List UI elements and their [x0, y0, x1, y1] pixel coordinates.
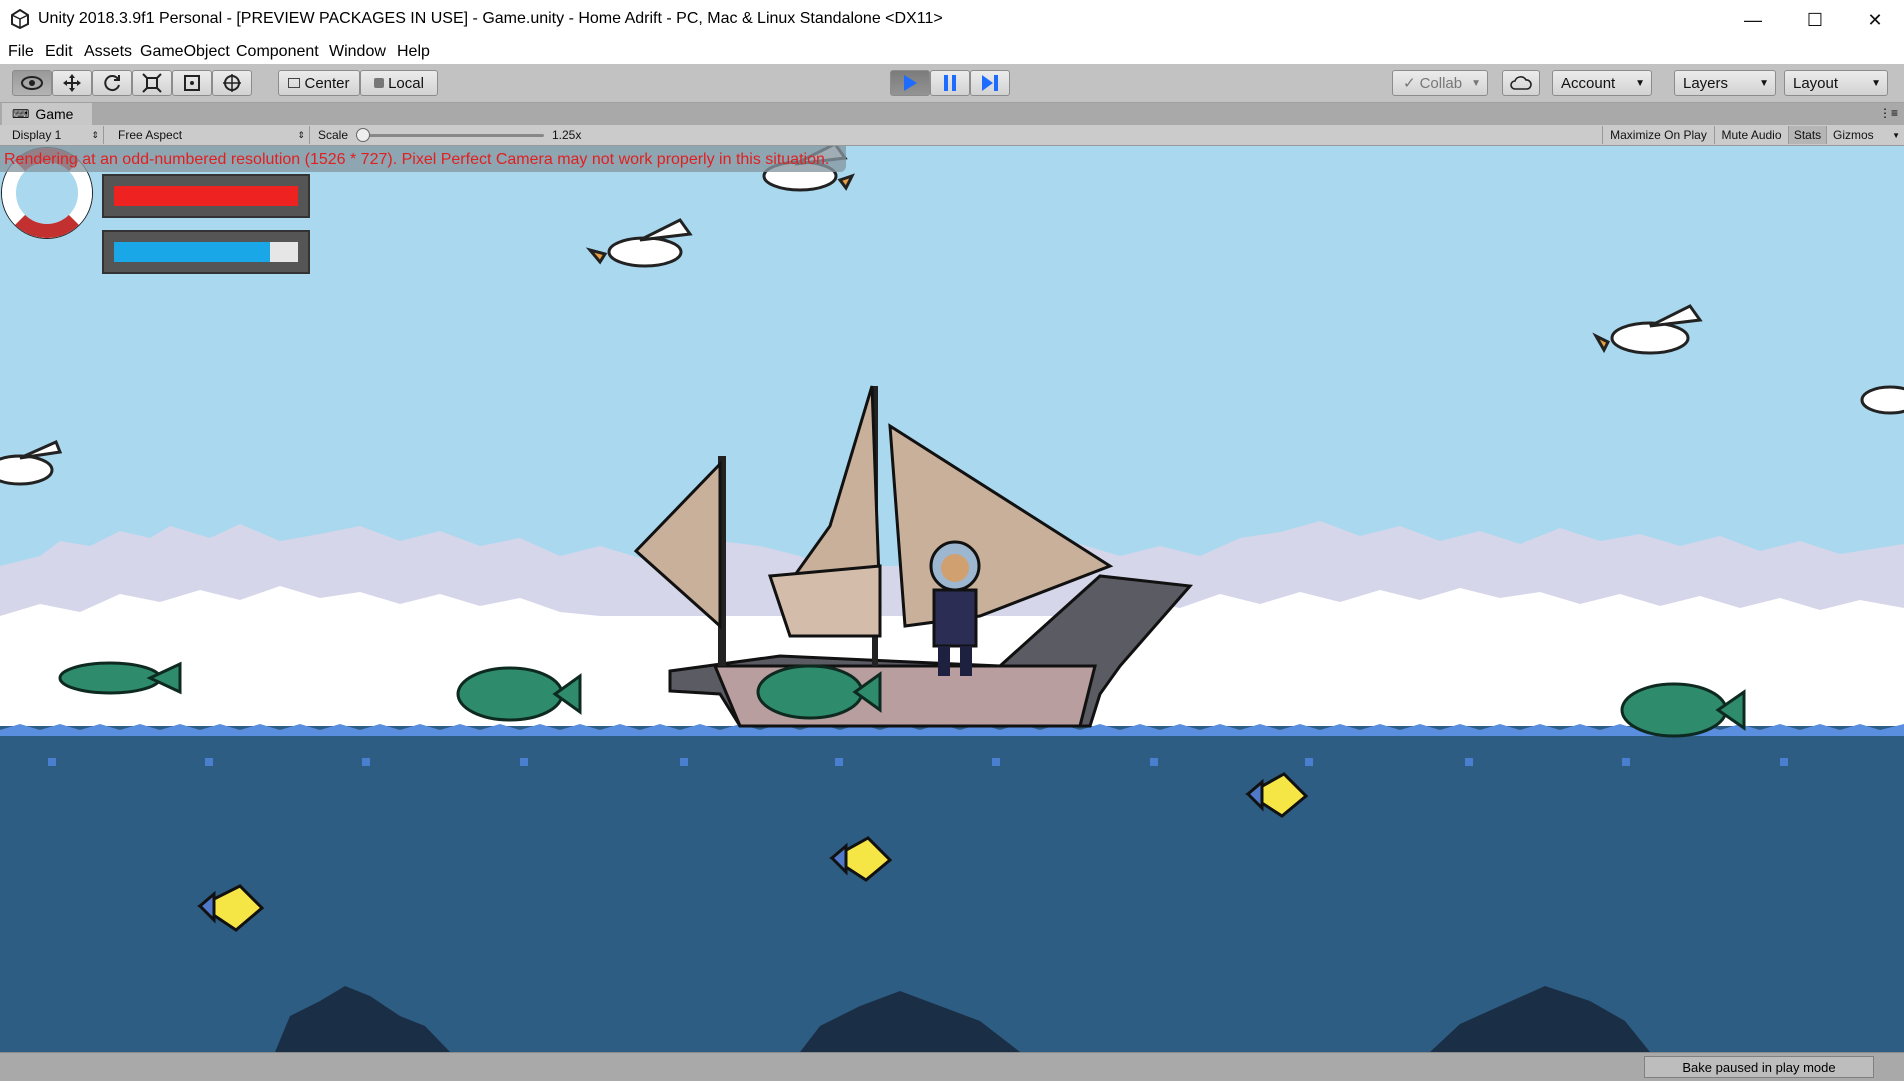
health-bar-fill — [114, 186, 298, 206]
layout-label: Layout — [1793, 74, 1839, 92]
window-title: Unity 2018.3.9f1 Personal - [PREVIEW PAC… — [38, 10, 943, 27]
scale-value: 1.25x — [552, 128, 582, 142]
maximize-icon[interactable]: ☐ — [1786, 0, 1844, 40]
menu-edit[interactable]: Edit — [45, 43, 73, 61]
layers-dropdown[interactable]: Layers ▼ — [1674, 70, 1776, 96]
chevron-down-icon: ▼ — [1471, 78, 1481, 89]
maximize-on-play-label: Maximize On Play — [1610, 128, 1707, 142]
aspect-label: Free Aspect — [118, 128, 183, 142]
game-panel-header: ⌨ Game ⋮≡ — [0, 103, 1904, 126]
view-tool-button[interactable] — [12, 70, 52, 96]
water-bar-fill — [114, 242, 270, 262]
resolution-warning-text: Rendering at an odd-numbered resolution … — [4, 151, 830, 168]
step-button[interactable] — [970, 70, 1010, 96]
scale-icon — [142, 73, 162, 93]
updown-icon: ⇕ — [91, 129, 99, 140]
aspect-dropdown[interactable]: Free Aspect ⇕ — [110, 126, 310, 144]
maximize-on-play-toggle[interactable]: Maximize On Play — [1602, 126, 1714, 144]
eye-icon — [21, 76, 43, 90]
layers-label: Layers — [1683, 74, 1729, 92]
rect-tool-button[interactable] — [172, 70, 212, 96]
local-icon — [374, 78, 385, 88]
minimize-icon[interactable]: — — [1724, 0, 1782, 40]
display-dropdown[interactable]: Display 1 ⇕ — [4, 126, 104, 144]
pivot-center-button[interactable]: Center — [278, 70, 360, 96]
game-toolbar: Display 1 ⇕ Free Aspect ⇕ Scale 1.25x Ma… — [0, 125, 1904, 146]
bake-status-text: Bake paused in play mode — [1682, 1059, 1836, 1075]
game-tab-icon: ⌨ — [12, 107, 30, 121]
check-icon: ✓ — [1403, 75, 1416, 92]
pivot-icon — [288, 78, 301, 88]
menu-window[interactable]: Window — [329, 43, 386, 61]
collab-label: Collab — [1419, 74, 1463, 92]
pivot-label: Center — [304, 74, 350, 92]
mute-audio-label: Mute Audio — [1721, 128, 1782, 142]
transform-tool-button[interactable] — [212, 70, 252, 96]
scale-label: Scale — [318, 128, 349, 142]
chevron-down-icon: ▼ — [1759, 78, 1769, 89]
scale-slider-thumb[interactable] — [356, 128, 370, 142]
menu-help[interactable]: Help — [397, 43, 430, 61]
title-bar: Unity 2018.3.9f1 Personal - [PREVIEW PAC… — [0, 0, 1904, 40]
status-bar: Bake paused in play mode — [0, 1052, 1904, 1081]
water-bar — [102, 230, 310, 274]
move-tool-button[interactable] — [52, 70, 92, 96]
pause-button[interactable] — [930, 70, 970, 96]
scale-slider-track[interactable] — [362, 134, 544, 137]
play-icon — [904, 75, 917, 91]
tab-game[interactable]: ⌨ Game — [2, 103, 92, 125]
panel-menu-icon[interactable]: ⋮≡ — [1879, 106, 1898, 120]
mute-audio-toggle[interactable]: Mute Audio — [1714, 126, 1788, 144]
pause-icon — [944, 75, 956, 91]
main-toolbar: Center Local ✓ Collab ▼ Account ▼ Layers… — [0, 64, 1904, 103]
rect-icon — [184, 75, 200, 91]
game-viewport[interactable] — [0, 146, 1904, 1052]
menu-component[interactable]: Component — [236, 43, 319, 61]
game-scene — [0, 146, 1904, 1052]
account-label: Account — [1561, 74, 1616, 92]
cloud-icon — [1510, 76, 1532, 90]
rotate-icon — [104, 75, 120, 92]
menu-gameobject[interactable]: GameObject — [140, 43, 230, 61]
cloud-button[interactable] — [1502, 70, 1540, 96]
stats-toggle[interactable]: Stats — [1788, 126, 1826, 144]
menu-assets[interactable]: Assets — [84, 43, 132, 61]
move-icon — [63, 74, 81, 92]
transform-icon — [223, 74, 241, 92]
scale-tool-button[interactable] — [132, 70, 172, 96]
close-icon[interactable]: ✕ — [1846, 0, 1904, 40]
game-tab-label: Game — [35, 106, 74, 122]
updown-icon: ⇕ — [297, 129, 305, 140]
account-dropdown[interactable]: Account ▼ — [1552, 70, 1652, 96]
space-label: Local — [388, 74, 424, 92]
chevron-down-icon: ▼ — [1635, 78, 1645, 89]
menu-file[interactable]: File — [8, 43, 34, 61]
pivot-local-button[interactable]: Local — [360, 70, 438, 96]
menu-bar: File Edit Assets GameObject Component Wi… — [0, 40, 1904, 65]
seagull-sprite — [1860, 385, 1904, 415]
chevron-down-icon: ▼ — [1871, 78, 1881, 89]
display-label: Display 1 — [12, 128, 62, 142]
chevron-down-icon: ▼ — [1892, 130, 1900, 140]
rotate-tool-button[interactable] — [92, 70, 132, 96]
collab-dropdown[interactable]: ✓ Collab ▼ — [1392, 70, 1488, 96]
health-bar — [102, 174, 310, 218]
gizmos-label: Gizmos — [1833, 128, 1874, 142]
resolution-warning: Rendering at an odd-numbered resolution … — [0, 146, 846, 172]
gizmos-dropdown[interactable]: Gizmos ▼ — [1826, 126, 1904, 144]
layout-dropdown[interactable]: Layout ▼ — [1784, 70, 1888, 96]
bake-status: Bake paused in play mode — [1644, 1056, 1874, 1078]
stats-label: Stats — [1793, 128, 1822, 142]
play-button[interactable] — [890, 70, 930, 96]
unity-logo-icon — [11, 9, 29, 29]
step-icon — [982, 75, 998, 91]
